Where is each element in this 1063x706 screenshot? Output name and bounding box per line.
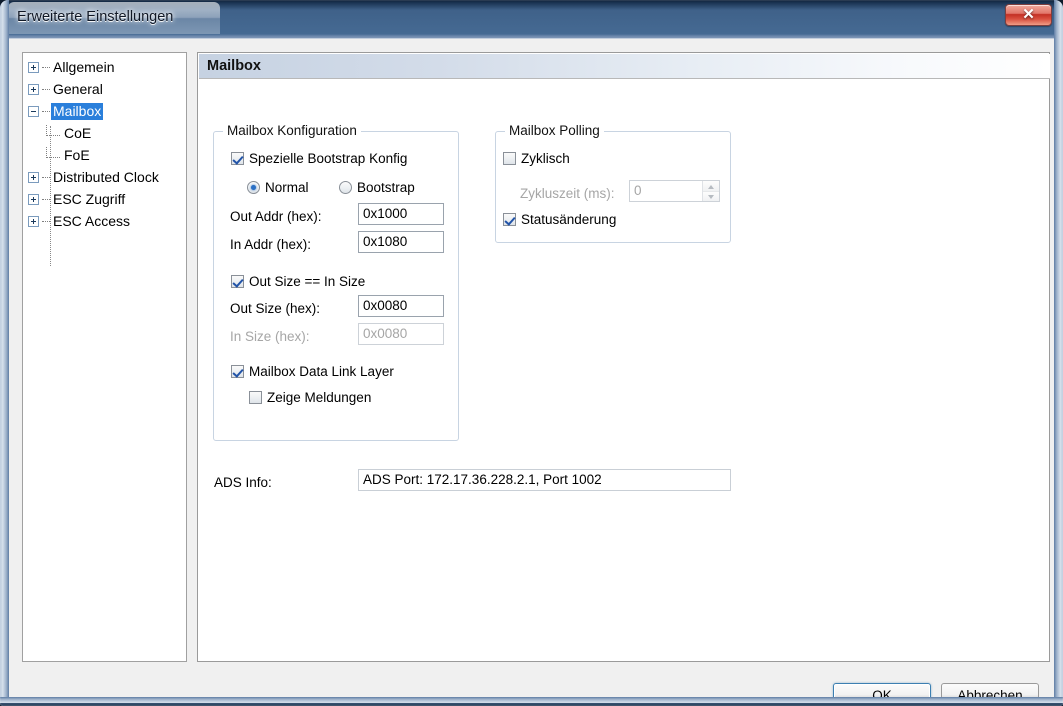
window-frame-left <box>0 0 9 706</box>
tree-item-esc-access[interactable]: ESC Access <box>28 210 186 232</box>
out-size-equals-in-size-checkbox[interactable]: Out Size == In Size <box>231 274 365 289</box>
ads-info-label: ADS Info: <box>214 475 272 490</box>
page-title: Mailbox <box>207 58 261 74</box>
tree-dot-connector <box>42 110 50 112</box>
tree-dot-connector <box>42 220 50 222</box>
group-title: Mailbox Konfiguration <box>223 123 361 138</box>
tree-dot-connector <box>42 198 50 200</box>
checkbox-label: Spezielle Bootstrap Konfig <box>249 151 408 166</box>
statusaenderung-checkbox[interactable]: Statusänderung <box>503 212 616 227</box>
zykluszeit-value: 0 <box>634 183 642 198</box>
checkbox-label: Zeige Meldungen <box>267 390 372 405</box>
tree-item-label: Mailbox <box>51 102 104 120</box>
out-size-input[interactable]: 0x0080 <box>358 295 444 317</box>
expand-icon[interactable] <box>28 61 39 73</box>
mode-normal-radio[interactable]: Normal <box>247 180 309 195</box>
dialog-window: Erweiterte Einstellungen ✕ Allgemein Gen… <box>0 0 1063 706</box>
radio-label: Bootstrap <box>357 180 415 195</box>
mode-bootstrap-radio[interactable]: Bootstrap <box>339 180 415 195</box>
out-size-label: Out Size (hex): <box>230 301 321 316</box>
window-title: Erweiterte Einstellungen <box>17 9 174 25</box>
checkbox-box <box>231 152 244 165</box>
tree-item-allgemein[interactable]: Allgemein <box>28 56 186 78</box>
checkbox-label: Statusänderung <box>521 212 617 227</box>
checkbox-label: Mailbox Data Link Layer <box>249 364 394 379</box>
checkbox-box <box>503 152 516 165</box>
settings-tree[interactable]: Allgemein General Mailbox CoE FoE Distri… <box>22 52 187 662</box>
checkbox-box <box>249 391 262 404</box>
group-title: Mailbox Polling <box>505 123 604 138</box>
stepper-up-icon <box>703 181 719 191</box>
tree-item-coe[interactable]: CoE <box>28 122 186 144</box>
mailbox-data-link-layer-checkbox[interactable]: Mailbox Data Link Layer <box>231 364 394 379</box>
expand-icon[interactable] <box>28 215 39 227</box>
tree-item-label: FoE <box>64 146 90 163</box>
tree-item-label: CoE <box>64 124 92 141</box>
checkbox-box <box>231 365 244 378</box>
checkbox-box <box>231 275 244 288</box>
ads-info-value: ADS Port: 172.17.36.228.2.1, Port 1002 <box>358 469 731 491</box>
checkbox-label: Out Size == In Size <box>249 274 366 289</box>
radio-dot <box>339 181 352 194</box>
checkbox-box <box>503 213 516 226</box>
close-icon[interactable]: ✕ <box>1005 4 1052 26</box>
expand-icon[interactable] <box>28 193 39 205</box>
in-size-input: 0x0080 <box>358 323 444 345</box>
tree-item-label: Allgemein <box>53 58 115 75</box>
tree-item-label: ESC Zugriff <box>53 190 126 207</box>
in-addr-input[interactable]: 0x1080 <box>358 231 444 253</box>
zeige-meldungen-checkbox[interactable]: Zeige Meldungen <box>249 390 371 405</box>
tree-item-esc-zugriff[interactable]: ESC Zugriff <box>28 188 186 210</box>
out-addr-label: Out Addr (hex): <box>230 209 322 224</box>
tree-item-foe[interactable]: FoE <box>28 144 186 166</box>
radio-label: Normal <box>265 180 309 195</box>
stepper-down-icon <box>703 191 719 201</box>
title-bar: Erweiterte Einstellungen ✕ <box>0 0 1063 38</box>
tree-dot-connector <box>42 66 50 68</box>
tree-item-general[interactable]: General <box>28 78 186 100</box>
tree-item-label: General <box>53 80 103 97</box>
tree-dot-connector <box>42 176 50 178</box>
checkbox-label: Zyklisch <box>521 151 570 166</box>
content-header: Mailbox <box>199 54 1050 79</box>
zykluszeit-stepper: 0 <box>629 180 720 202</box>
tree-item-mailbox[interactable]: Mailbox <box>28 100 186 122</box>
tree-dot-connector <box>42 88 50 90</box>
tree-elbow-connector <box>46 125 60 136</box>
tree-item-label: Distributed Clock <box>53 168 159 185</box>
window-frame-right <box>1054 0 1063 706</box>
close-glyph: ✕ <box>1022 6 1035 23</box>
collapse-icon[interactable] <box>28 105 39 117</box>
zykluszeit-label: Zykluszeit (ms): <box>520 186 615 201</box>
tree-item-distributed-clock[interactable]: Distributed Clock <box>28 166 186 188</box>
zyklisch-checkbox[interactable]: Zyklisch <box>503 151 570 166</box>
in-addr-label: In Addr (hex): <box>230 237 312 252</box>
expand-icon[interactable] <box>28 171 39 183</box>
out-addr-input[interactable]: 0x1000 <box>358 203 444 225</box>
expand-icon[interactable] <box>28 83 39 95</box>
tree-item-label: ESC Access <box>53 212 131 229</box>
spezielle-bootstrap-konfig-checkbox[interactable]: Spezielle Bootstrap Konfig <box>231 151 407 166</box>
radio-dot <box>247 181 260 194</box>
stepper-arrows <box>702 181 719 201</box>
dialog-client-area: Allgemein General Mailbox CoE FoE Distri… <box>9 38 1054 706</box>
tree-elbow-connector <box>46 147 60 158</box>
in-size-label: In Size (hex): <box>230 329 310 344</box>
